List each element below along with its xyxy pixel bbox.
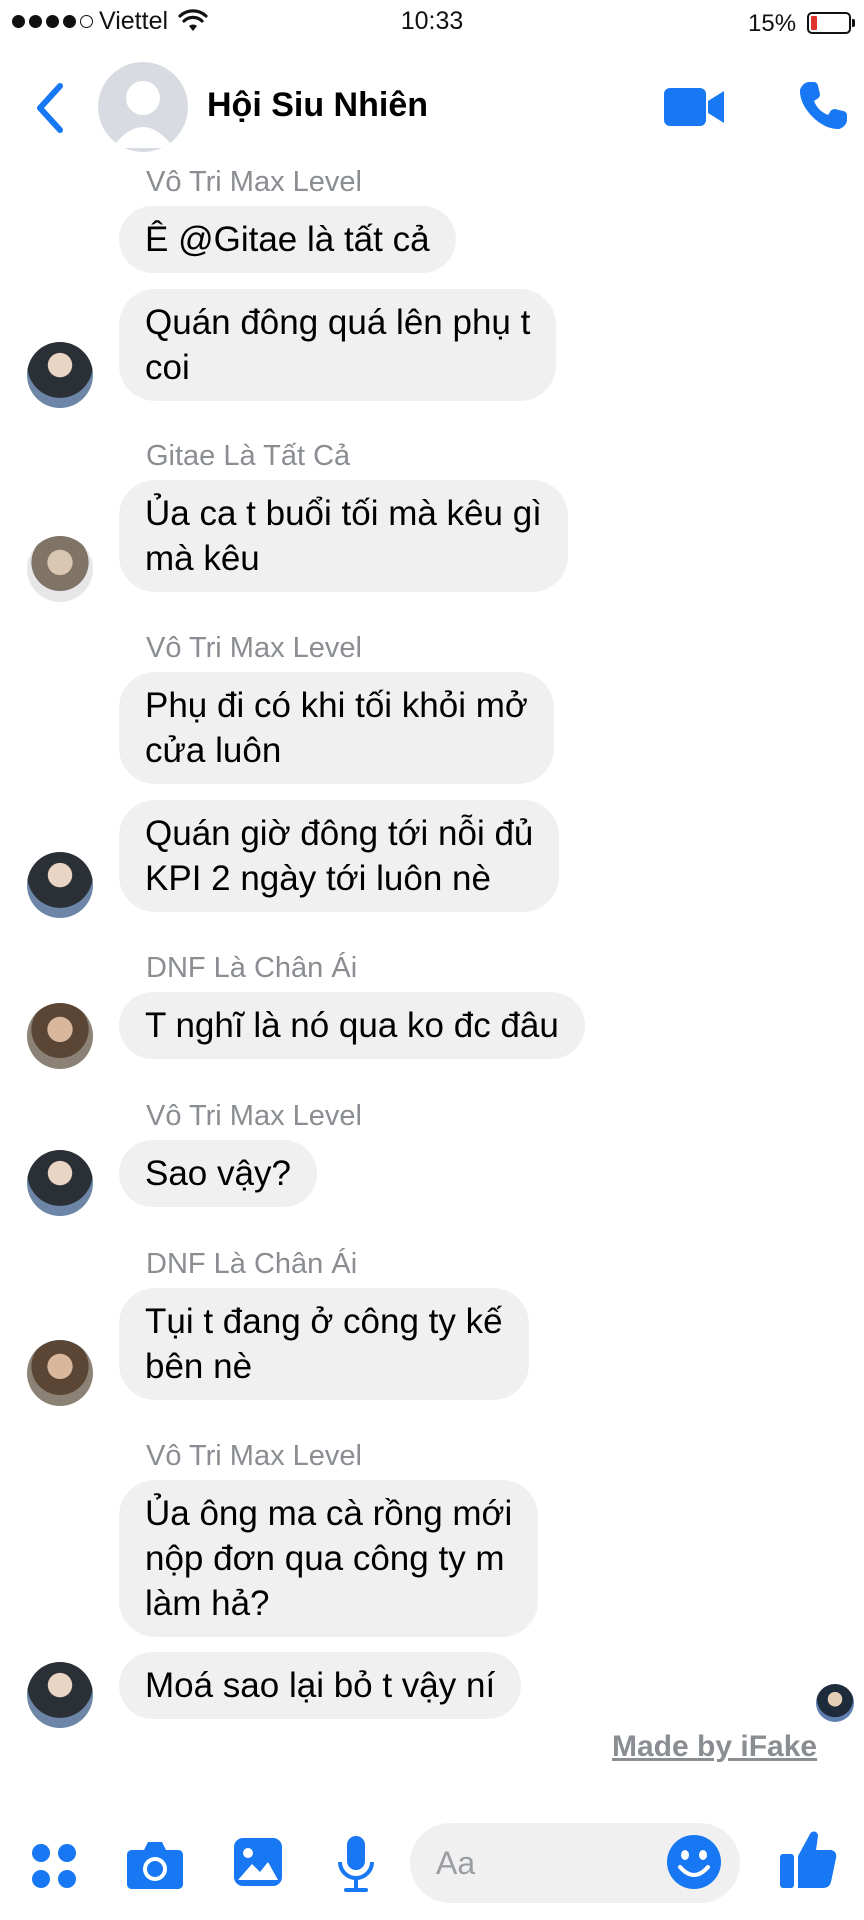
message-text-line: KPI 2 ngày tới luôn nè [145, 859, 491, 898]
message-bubble[interactable]: Ủa ông ma cà rồng mới nộp đơn qua công t… [119, 1480, 539, 1637]
message-thread[interactable]: Vô Tri Max Level Ê @Gitae là tất cả Quán… [0, 0, 864, 1800]
sender-name: DNF Là Chân Ái [146, 952, 358, 984]
sender-name: Vô Tri Max Level [146, 632, 362, 664]
message-text-line: Ủa ông ma cà rồng mới [145, 1494, 513, 1533]
message-bubble[interactable]: T nghĩ là nó qua ko đc đâu [119, 992, 585, 1059]
sender-name: Vô Tri Max Level [146, 1100, 362, 1132]
message-text-line: coi [145, 348, 190, 387]
message-bubble[interactable]: Sao vậy? [119, 1140, 317, 1207]
message-bubble[interactable]: Ê @Gitae là tất cả [119, 206, 456, 273]
apps-icon[interactable] [30, 1842, 78, 1890]
sender-name: Vô Tri Max Level [146, 166, 362, 198]
emoji-icon[interactable] [665, 1833, 723, 1891]
message-text-line: làm hả? [145, 1584, 270, 1623]
message-text-line: Quán giờ đông tới nỗi đủ [145, 814, 534, 853]
watermark: Made by iFake [612, 1730, 818, 1763]
message-text-line: Quán đông quá lên phụ t [145, 303, 531, 342]
message-bubble[interactable]: Quán đông quá lên phụ t coi [119, 289, 557, 401]
message-text: Ê @Gitae là tất cả [145, 220, 430, 259]
camera-icon[interactable] [126, 1838, 184, 1890]
message-text-line: Ủa ca t buổi tối mà kêu gì [145, 494, 542, 533]
avatar[interactable] [27, 1003, 93, 1069]
message-text-line: nộp đơn qua công ty m [145, 1539, 505, 1578]
message-bubble[interactable]: Phụ đi có khi tối khỏi mở cửa luôn [119, 672, 554, 784]
message-text-line: Phụ đi có khi tối khỏi mở [145, 686, 528, 725]
seen-by-avatar [816, 1684, 854, 1722]
message-input-container [410, 1823, 740, 1903]
message-text-line: bên nè [145, 1347, 253, 1386]
sender-name: Gitae Là Tất Cả [146, 440, 351, 472]
message-bubble[interactable]: Quán giờ đông tới nỗi đủ KPI 2 ngày tới … [119, 800, 560, 912]
message-text-line: Tụi t đang ở công ty kế [145, 1302, 503, 1341]
avatar[interactable] [27, 1662, 93, 1728]
message-bubble[interactable]: Tụi t đang ở công ty kế bên nè [119, 1288, 529, 1400]
message-text-line: cửa luôn [145, 731, 282, 770]
avatar[interactable] [27, 852, 93, 918]
message-bubble[interactable]: Ủa ca t buổi tối mà kêu gì mà kêu [119, 480, 568, 592]
microphone-icon[interactable] [336, 1834, 376, 1894]
composer-bar [0, 1810, 864, 1920]
thumbs-up-icon[interactable] [778, 1828, 838, 1892]
avatar[interactable] [27, 1150, 93, 1216]
avatar[interactable] [27, 536, 93, 602]
message-input[interactable] [436, 1841, 636, 1885]
avatar[interactable] [27, 342, 93, 408]
message-text: T nghĩ là nó qua ko đc đâu [145, 1006, 559, 1045]
sender-name: DNF Là Chân Ái [146, 1248, 358, 1280]
message-text: Moá sao lại bỏ t vậy ní [145, 1666, 496, 1705]
message-bubble[interactable]: Moá sao lại bỏ t vậy ní [119, 1652, 522, 1719]
message-text-line: mà kêu [145, 539, 260, 578]
avatar[interactable] [27, 1340, 93, 1406]
sender-name: Vô Tri Max Level [146, 1440, 362, 1472]
image-icon[interactable] [232, 1836, 284, 1888]
message-text: Sao vậy? [145, 1154, 291, 1193]
